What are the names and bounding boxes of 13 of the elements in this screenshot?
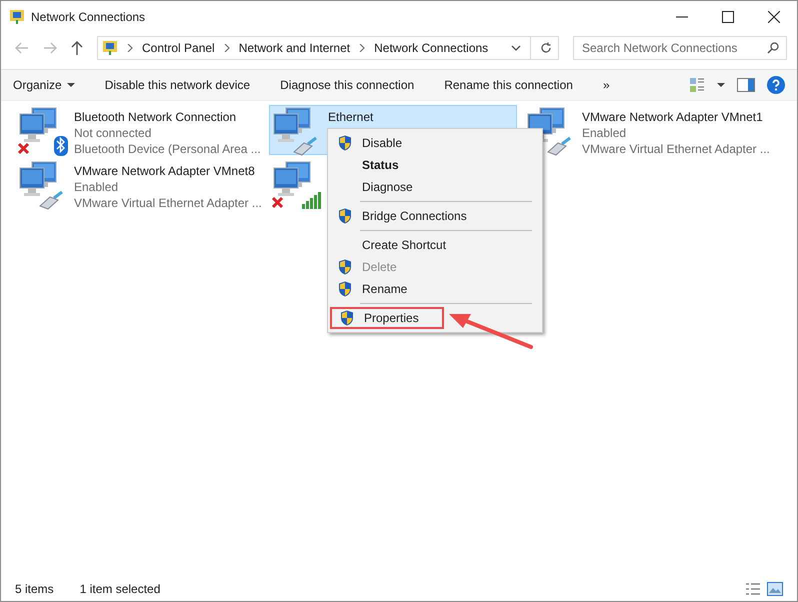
status-text: 1 item selected <box>80 582 160 596</box>
connection-status: Not connected <box>74 125 152 141</box>
status-text: 5 items <box>15 582 54 596</box>
window-title: Network Connections <box>31 10 146 24</box>
device-name: VMware Virtual Ethernet Adapter ... <box>582 141 770 157</box>
connection-name: VMware Network Adapter VMnet8 <box>74 163 256 179</box>
connection-name: Ethernet <box>328 109 374 125</box>
connection-name: Bluetooth Network Connection <box>74 109 238 125</box>
connection-name: VMware Network Adapter VMnet1 <box>582 109 764 125</box>
device-name: Bluetooth Device (Personal Area ... <box>74 141 261 157</box>
connection-status: Enabled <box>74 179 120 195</box>
device-name: VMware Virtual Ethernet Adapter ... <box>74 195 262 211</box>
connection-status: Enabled <box>582 125 628 141</box>
